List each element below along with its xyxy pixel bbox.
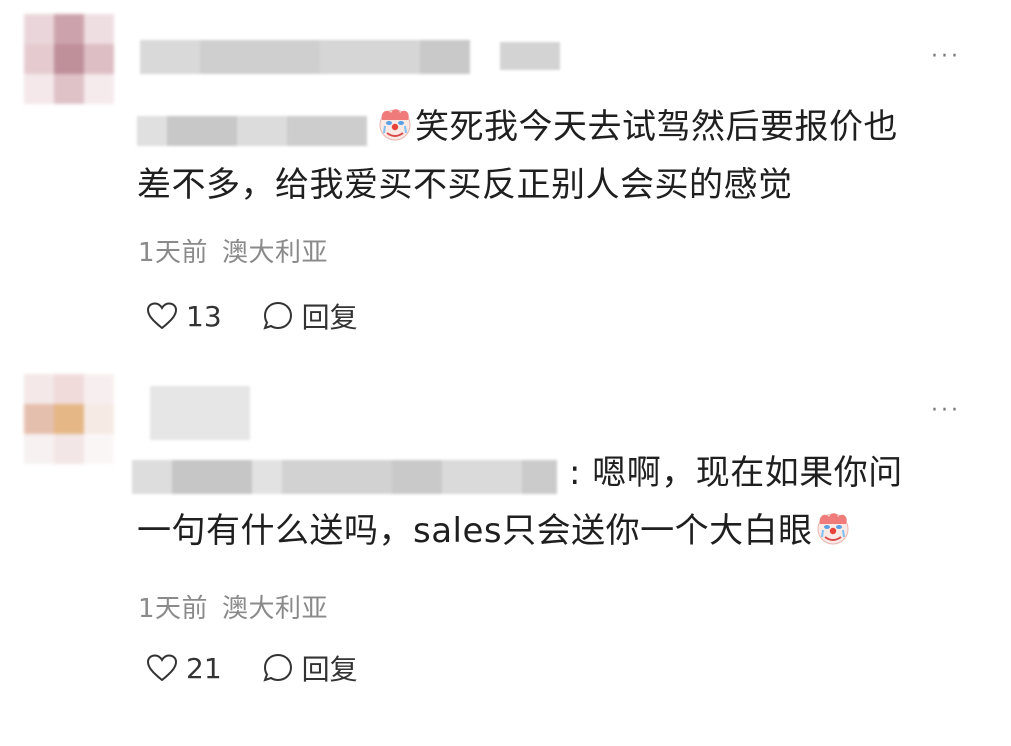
speech-bubble-icon — [262, 301, 292, 330]
heart-outline-icon — [146, 654, 178, 682]
comment-feed: ··· 笑死我今天去试驾然后要报价也 差不多，给我爱买不买反正别人会买的感觉 1… — [0, 0, 1011, 746]
speech-bubble-icon — [262, 653, 292, 682]
like-count: 13 — [186, 299, 222, 333]
comment-item: ··· : 嗯啊，现在如果你问 一句有什么送吗，sales只会送你一个大白眼 1… — [0, 360, 1011, 746]
comment-time: 1天前 — [138, 594, 209, 624]
comment-actions: 13 回复 — [146, 296, 358, 336]
more-icon[interactable]: ··· — [931, 46, 961, 68]
reply-label: 回复 — [301, 653, 358, 686]
reply-label: 回复 — [301, 301, 358, 334]
text-indent — [137, 465, 569, 485]
comment-meta: 1天前 澳大利亚 — [138, 232, 328, 269]
comment-text-line1: : 嗯啊，现在如果你问 — [569, 453, 903, 493]
comment-item: ··· 笑死我今天去试驾然后要报价也 差不多，给我爱买不买反正别人会买的感觉 1… — [0, 0, 1011, 360]
comment-text-line2: 差不多，给我爱买不买反正别人会买的感觉 — [137, 165, 793, 205]
comment-text-line2: 一句有什么送吗，sales只会送你一个大白眼 — [137, 511, 813, 551]
username-blurred[interactable] — [140, 40, 470, 74]
comment-location: 澳大利亚 — [222, 238, 329, 268]
avatar[interactable] — [24, 14, 114, 104]
comment-text: 笑死我今天去试驾然后要报价也 差不多，给我爱买不买反正别人会买的感觉 — [137, 98, 967, 214]
like-button[interactable]: 13 — [146, 300, 222, 333]
comment-location: 澳大利亚 — [222, 594, 329, 624]
reply-button[interactable]: 回复 — [262, 648, 358, 688]
text-indent — [137, 119, 375, 139]
user-tag-blurred — [500, 42, 560, 70]
clown-face-emoji — [817, 513, 849, 545]
heart-outline-icon — [146, 302, 178, 330]
comment-actions: 21 回复 — [146, 648, 358, 688]
reply-button[interactable]: 回复 — [262, 296, 358, 336]
more-icon[interactable]: ··· — [931, 400, 961, 422]
comment-time: 1天前 — [138, 238, 209, 268]
comment-text: : 嗯啊，现在如果你问 一句有什么送吗，sales只会送你一个大白眼 — [137, 444, 967, 560]
clown-face-emoji — [379, 109, 411, 141]
avatar[interactable] — [24, 374, 114, 464]
comment-meta: 1天前 澳大利亚 — [138, 588, 328, 625]
like-button[interactable]: 21 — [146, 652, 222, 685]
username-blurred[interactable] — [150, 386, 250, 440]
like-count: 21 — [186, 651, 222, 685]
comment-text-line1: 笑死我今天去试驾然后要报价也 — [415, 107, 898, 147]
